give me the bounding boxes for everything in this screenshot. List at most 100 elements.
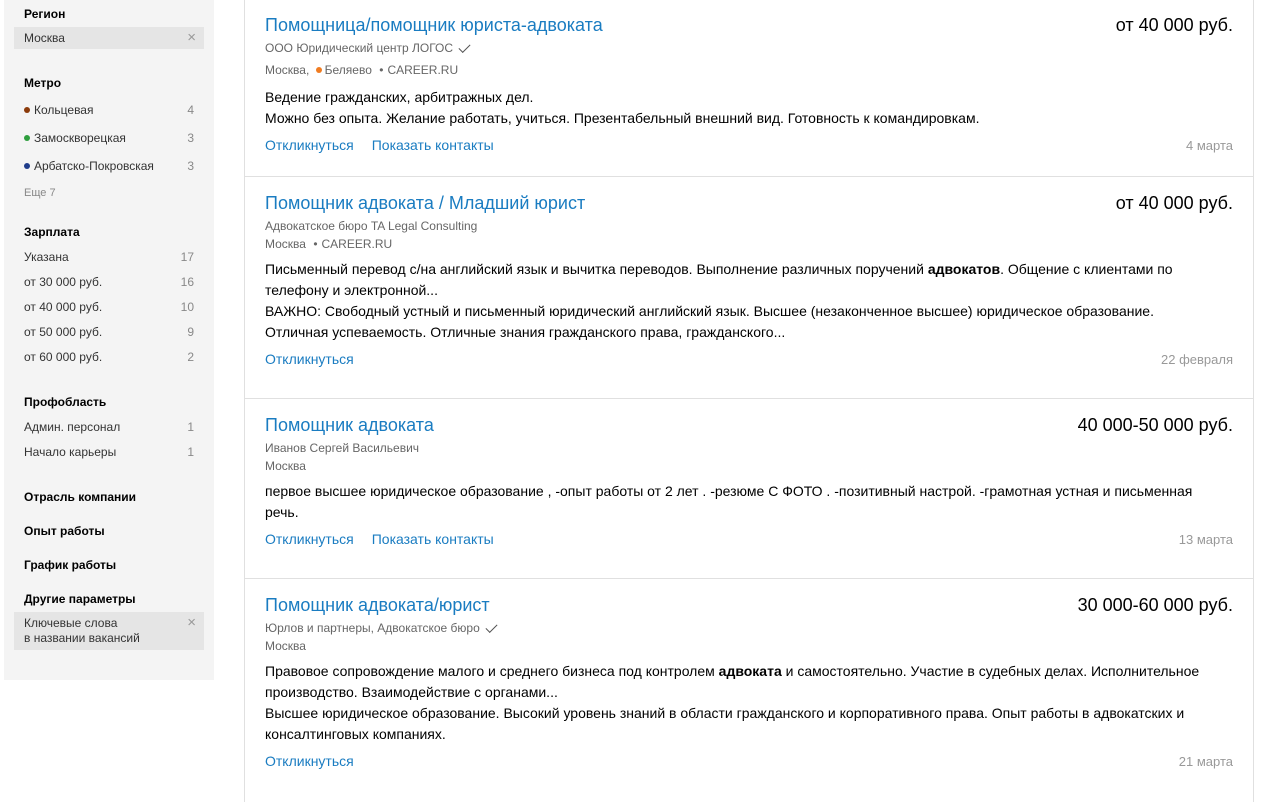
company-name-label: Адвокатское бюро TA Legal Consulting: [265, 219, 478, 233]
metro-item-count: 3: [187, 131, 194, 145]
vacancy-card: Помощница/помощник юриста-адвоката от 40…: [245, 0, 1253, 177]
description-paragraph: Письменный перевод с/на английский язык …: [265, 259, 1215, 301]
description-highlight: адвоката: [718, 663, 782, 679]
source-label: CAREER.RU: [387, 63, 459, 77]
profarea-item[interactable]: Админ. персонал 1: [24, 419, 194, 435]
region-chip[interactable]: Москва ×: [14, 27, 204, 49]
vacancy-description: первое высшее юридическое образование , …: [265, 483, 1193, 520]
city-label: Москва: [265, 639, 306, 653]
vacancy-actions: Откликнуться: [265, 351, 372, 367]
salary-item-count: 2: [187, 350, 194, 364]
salary-item-count: 17: [180, 250, 194, 264]
experience-filter-title[interactable]: Опыт работы: [24, 524, 105, 538]
company-name: ООО Юридический центр ЛОГОС: [265, 40, 471, 55]
description-text: Письменный перевод с/на английский язык …: [265, 261, 928, 277]
close-icon[interactable]: ×: [187, 30, 196, 45]
city-label: Москва: [265, 459, 306, 473]
respond-link[interactable]: Откликнуться: [265, 753, 354, 769]
other-filter-title: Другие параметры: [24, 592, 136, 606]
metro-station-dot-icon: [315, 67, 322, 73]
metro-filter-title: Метро: [24, 76, 62, 90]
vacancy-location: Москва • CAREER.RU: [265, 237, 392, 251]
vacancy-title-link[interactable]: Помощник адвоката/юрист: [265, 595, 490, 616]
salary-filter-title: Зарплата: [24, 225, 80, 239]
vacancy-list: Помощница/помощник юриста-адвоката от 40…: [244, 0, 1254, 802]
metro-item-label: Замоскворецкая: [34, 131, 126, 145]
salary-item-label: от 50 000 руб.: [24, 325, 103, 339]
vacancy-actions: Откликнуться: [265, 753, 372, 769]
vacancy-actions: Откликнуться Показать контакты: [265, 531, 512, 547]
vacancy-title-link[interactable]: Помощник адвоката / Младший юрист: [265, 193, 585, 214]
salary-item-count: 16: [180, 275, 194, 289]
profarea-item-label: Начало карьеры: [24, 445, 117, 459]
salary-item[interactable]: Указана 17: [24, 249, 194, 265]
keywords-chip-line1: Ключевые слова: [24, 616, 118, 630]
metro-item-arbatsko-pokrovskaya[interactable]: Арбатско-Покровская 3: [24, 158, 194, 174]
description-paragraph: ВАЖНО: Свободный устный и письменный юри…: [265, 303, 1154, 340]
vacancy-salary: 30 000-60 000 руб.: [1077, 595, 1233, 615]
description-line: Можно без опыта. Желание работать, учить…: [265, 110, 980, 126]
profarea-item-count: 1: [187, 445, 194, 459]
salary-item-count: 10: [180, 300, 194, 314]
keywords-chip[interactable]: Ключевые слова в названии вакансий ×: [14, 612, 204, 650]
vacancy-location: Москва, Беляево • CAREER.RU: [265, 63, 458, 77]
salary-item[interactable]: от 40 000 руб. 10: [24, 299, 194, 315]
vacancy-card: Помощник адвоката / Младший юрист от 40 …: [245, 177, 1253, 399]
region-filter-title: Регион: [24, 7, 66, 21]
show-contacts-link[interactable]: Показать контакты: [372, 137, 494, 153]
profarea-item[interactable]: Начало карьеры 1: [24, 444, 194, 460]
vacancy-location: Москва: [265, 639, 306, 653]
metro-item-count: 4: [187, 103, 194, 117]
metro-line-dot-icon: [24, 163, 30, 169]
company-name: Адвокатское бюро TA Legal Consulting: [265, 219, 477, 233]
close-icon[interactable]: ×: [187, 615, 196, 630]
salary-item-label: от 30 000 руб.: [24, 275, 103, 289]
vacancy-description: Ведение гражданских, арбитражных дел. Мо…: [265, 87, 1215, 129]
vacancy-description: Письменный перевод с/на английский язык …: [265, 259, 1215, 343]
description-highlight: адвокатов: [927, 261, 1001, 277]
respond-link[interactable]: Откликнуться: [265, 137, 354, 153]
company-name: Иванов Сергей Васильевич: [265, 441, 419, 455]
salary-item[interactable]: от 60 000 руб. 2: [24, 349, 194, 365]
company-name: Юрлов и партнеры, Адвокатское бюро: [265, 620, 498, 635]
description-paragraph: Правовое сопровождение малого и среднего…: [265, 661, 1215, 703]
metro-item-zamoskvoretskaya[interactable]: Замоскворецкая 3: [24, 130, 194, 146]
description-text: Правовое сопровождение малого и среднего…: [265, 663, 719, 679]
vacancy-date: 22 февраля: [1161, 352, 1233, 367]
respond-link[interactable]: Откликнуться: [265, 351, 354, 367]
salary-item-label: от 60 000 руб.: [24, 350, 103, 364]
vacancy-actions: Откликнуться Показать контакты: [265, 137, 512, 153]
vacancy-date: 4 марта: [1186, 138, 1233, 153]
description-paragraph: Высшее юридическое образование. Высокий …: [265, 705, 1185, 742]
profarea-item-count: 1: [187, 420, 194, 434]
vacancy-card: Помощник адвоката/юрист 30 000-60 000 ру…: [245, 579, 1253, 809]
vacancy-location: Москва: [265, 459, 306, 473]
separator-dot: •: [313, 237, 318, 251]
metro-item-label: Арбатско-Покровская: [34, 159, 154, 173]
salary-item[interactable]: от 50 000 руб. 9: [24, 324, 194, 340]
vacancy-card: Помощник адвоката 40 000-50 000 руб. Ива…: [245, 399, 1253, 579]
verified-check-icon: [458, 40, 471, 53]
company-name-label: Юрлов и партнеры, Адвокатское бюро: [265, 621, 480, 635]
source-label: CAREER.RU: [321, 237, 393, 251]
company-name-label: Иванов Сергей Васильевич: [265, 441, 420, 455]
metro-more-link[interactable]: Еще 7: [24, 187, 56, 199]
vacancy-salary: от 40 000 руб.: [1115, 193, 1233, 213]
city-label: Москва,: [265, 63, 310, 77]
respond-link[interactable]: Откликнуться: [265, 531, 354, 547]
region-chip-label: Москва: [24, 31, 65, 45]
show-contacts-link[interactable]: Показать контакты: [372, 531, 494, 547]
metro-item-koltsevaya[interactable]: Кольцевая 4: [24, 102, 194, 118]
profarea-filter-title: Профобласть: [24, 395, 107, 409]
vacancy-title-link[interactable]: Помощница/помощник юриста-адвоката: [265, 15, 603, 36]
description-line: Ведение гражданских, арбитражных дел.: [265, 89, 534, 105]
vacancy-title-link[interactable]: Помощник адвоката: [265, 415, 434, 436]
schedule-filter-title[interactable]: График работы: [24, 558, 116, 572]
salary-item[interactable]: от 30 000 руб. 16: [24, 274, 194, 290]
vacancy-date: 13 марта: [1178, 532, 1233, 547]
vacancy-description: Правовое сопровождение малого и среднего…: [265, 661, 1215, 745]
vacancy-salary: 40 000-50 000 руб.: [1077, 415, 1233, 435]
metro-line-dot-icon: [24, 135, 30, 141]
verified-check-icon: [485, 620, 498, 633]
industry-filter-title[interactable]: Отрасль компании: [24, 490, 136, 504]
